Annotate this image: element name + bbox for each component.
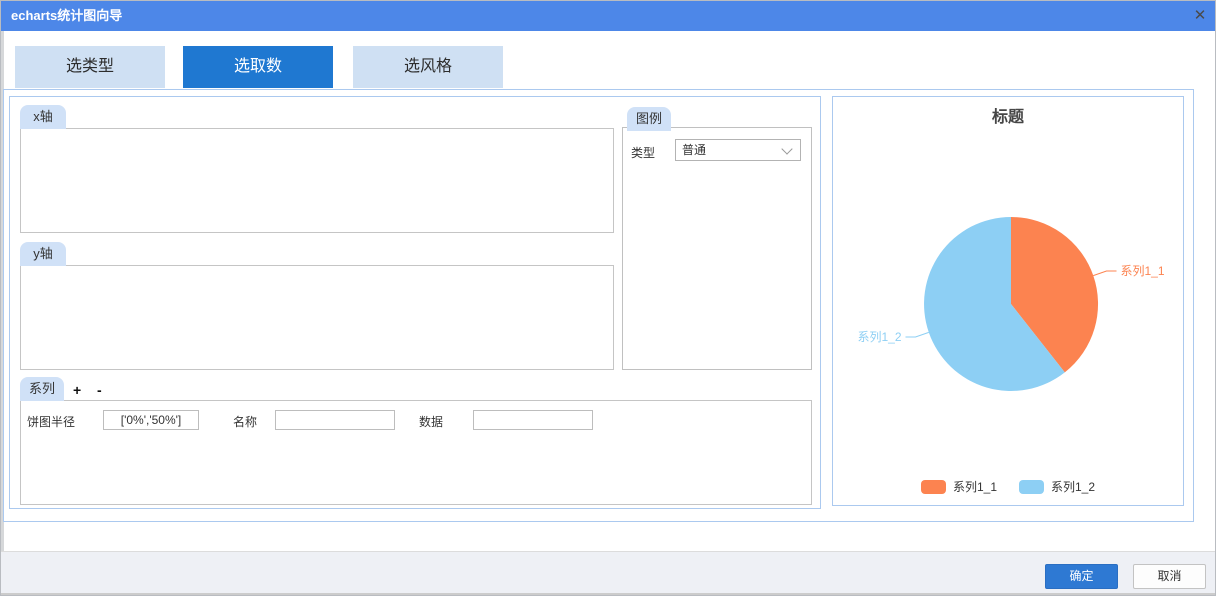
tab-select-data[interactable]: 选取数 bbox=[183, 46, 333, 88]
remove-series-button[interactable]: - bbox=[97, 382, 102, 398]
y-axis-group-label: y轴 bbox=[20, 242, 66, 266]
chart-preview-panel: 标题 系列1_1 系列1_2 系列1_1 系列1_2 bbox=[832, 96, 1184, 506]
series-name-input[interactable] bbox=[275, 410, 395, 430]
tab-select-style[interactable]: 选风格 bbox=[353, 46, 503, 88]
cancel-button[interactable]: 取消 bbox=[1133, 564, 1206, 589]
legend-type-select[interactable]: 普通 bbox=[675, 139, 801, 161]
window-title: echarts统计图向导 bbox=[11, 1, 122, 31]
echarts-wizard-dialog: echarts统计图向导 ✕ 选类型 选取数 选风格 x轴 y轴 类型 普通 图… bbox=[0, 0, 1216, 596]
data-form-panel: x轴 y轴 类型 普通 图例 饼图半径 名称 数据 系列 + - bbox=[9, 96, 821, 509]
x-axis-group-label: x轴 bbox=[20, 105, 66, 129]
legend-type-selected-value: 普通 bbox=[682, 140, 706, 160]
legend-label: 系列1_1 bbox=[953, 478, 997, 495]
footer-bar: 确定 取消 bbox=[1, 551, 1216, 593]
legend-label: 系列1_2 bbox=[1051, 478, 1095, 495]
pie-leader-line-1 bbox=[1093, 271, 1116, 276]
pie-label-1: 系列1_1 bbox=[1121, 264, 1165, 278]
chevron-down-icon bbox=[781, 143, 792, 154]
legend-type-label: 类型 bbox=[631, 144, 655, 161]
ok-button[interactable]: 确定 bbox=[1045, 564, 1118, 589]
chart-preview-canvas[interactable]: 系列1_1 系列1_2 bbox=[833, 97, 1185, 507]
legend-swatch-icon bbox=[1019, 480, 1044, 494]
x-axis-listbox[interactable] bbox=[20, 128, 614, 233]
pie-leader-line-2 bbox=[906, 332, 929, 337]
pie-radius-input[interactable] bbox=[103, 410, 199, 430]
legend-group-label: 图例 bbox=[627, 107, 671, 131]
pie-radius-label: 饼图半径 bbox=[27, 413, 75, 430]
add-series-button[interactable]: + bbox=[73, 382, 81, 398]
series-data-input[interactable] bbox=[473, 410, 593, 430]
tab-select-type[interactable]: 选类型 bbox=[15, 46, 165, 88]
series-box: 饼图半径 名称 数据 bbox=[20, 400, 812, 505]
chart-legend: 系列1_1 系列1_2 bbox=[833, 478, 1183, 495]
series-name-label: 名称 bbox=[233, 413, 257, 430]
close-icon[interactable]: ✕ bbox=[1189, 1, 1211, 31]
series-group-label: 系列 bbox=[20, 377, 64, 401]
y-axis-listbox[interactable] bbox=[20, 265, 614, 370]
legend-item[interactable]: 系列1_1 bbox=[921, 478, 997, 495]
legend-swatch-icon bbox=[921, 480, 946, 494]
series-data-label: 数据 bbox=[419, 413, 443, 430]
legend-item[interactable]: 系列1_2 bbox=[1019, 478, 1095, 495]
titlebar: echarts统计图向导 ✕ bbox=[1, 1, 1216, 31]
pie-label-2: 系列1_2 bbox=[857, 330, 901, 344]
legend-options-group: 类型 普通 bbox=[622, 127, 812, 370]
